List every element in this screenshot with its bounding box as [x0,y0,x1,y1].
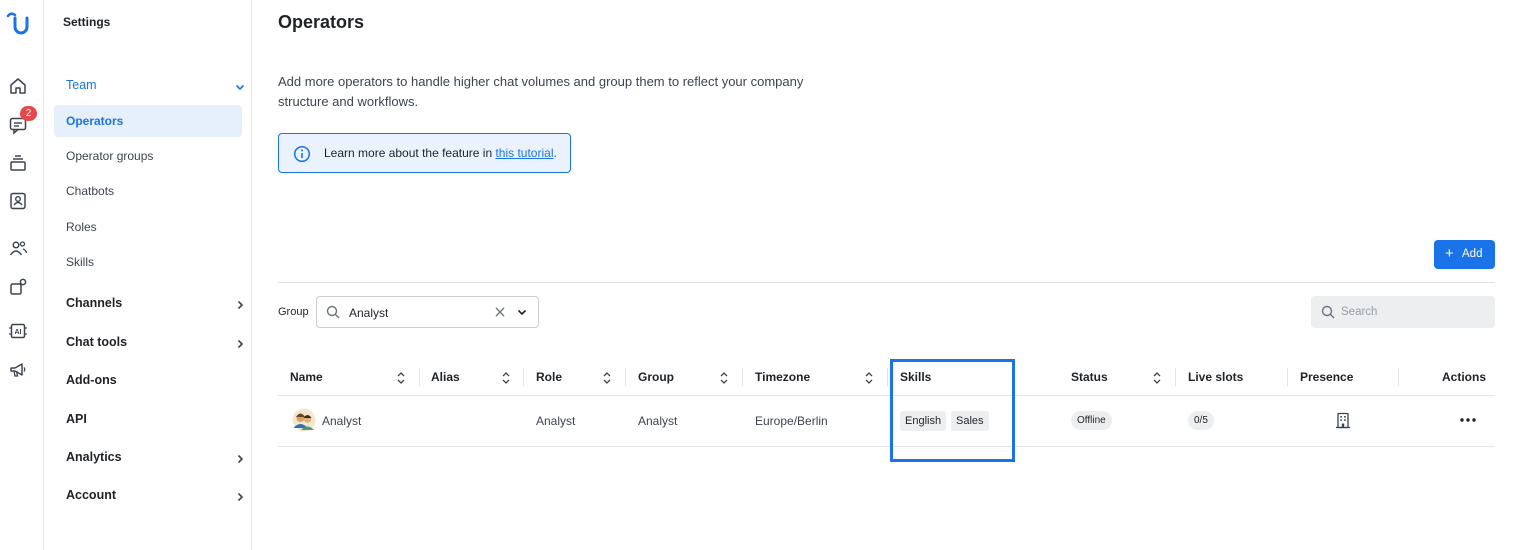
group-filter-select[interactable]: Analyst [316,296,539,328]
sort-icon[interactable] [864,371,874,385]
search-box [1311,296,1495,328]
chevron-right-icon [237,454,244,464]
sidebar-group-team[interactable]: Team [66,78,246,98]
skills-highlight-box [890,359,1015,462]
icon-rail: 2 AI [0,0,44,550]
sidebar-title: Settings [63,15,111,29]
sidebar-group-label: Add-ons [66,373,117,387]
building-icon [1336,412,1350,429]
column-separator [1175,368,1176,386]
sort-icon[interactable] [719,371,729,385]
table-row-divider [278,446,1495,447]
sidebar-group-label: Account [66,488,116,502]
chevron-down-icon [235,84,245,91]
sidebar-group-account[interactable]: Account [66,488,246,508]
ai-icon[interactable]: AI [8,321,28,341]
column-header-name[interactable]: Name [290,370,323,384]
contacts-icon[interactable] [8,191,28,211]
sidebar-item-operator-groups[interactable]: Operator groups [54,140,242,172]
sidebar-group-chat-tools[interactable]: Chat tools [66,335,246,355]
chevron-down-icon[interactable] [516,306,528,318]
logo-icon[interactable] [4,10,34,38]
sort-icon[interactable] [396,371,406,385]
search-icon [1321,305,1335,319]
info-text-suffix: . [553,146,557,160]
sort-icon[interactable] [1152,371,1162,385]
status-badge: Offline [1071,411,1112,430]
column-header-presence: Presence [1300,370,1354,384]
team-icon[interactable] [8,238,28,258]
column-header-status[interactable]: Status [1071,370,1108,384]
column-separator [419,368,420,386]
main-content: Operators Add more operators to handle h… [252,0,1513,550]
sidebar-group-label: Channels [66,296,123,310]
column-header-alias[interactable]: Alias [431,370,460,384]
info-text-label: Learn more about the feature in [324,146,496,160]
column-separator [625,368,626,386]
column-header-actions: Actions [1442,370,1487,384]
sidebar-group-add-ons[interactable]: Add-ons [66,373,246,393]
cell-name: Analyst [322,414,362,428]
sort-icon[interactable] [602,371,612,385]
sidebar-group-analytics[interactable]: Analytics [66,450,246,470]
sidebar-group-label: Chat tools [66,335,128,349]
chevron-right-icon [237,339,244,349]
inbox-icon[interactable] [8,153,28,173]
sidebar-group-api[interactable]: API [66,412,246,432]
info-icon [293,145,311,163]
column-separator [523,368,524,386]
live-slots-badge: 0/5 [1188,411,1214,430]
divider [278,282,1495,283]
page-title: Operators [278,12,365,32]
sidebar-item-roles[interactable]: Roles [54,211,242,243]
group-filter-label: Group [278,306,309,318]
info-banner: Learn more about the feature in this tut… [278,133,571,173]
column-separator [1398,368,1399,386]
page-description: Add more operators to handle higher chat… [278,74,804,109]
column-separator [1287,368,1288,386]
unread-badge: 2 [20,106,37,121]
sidebar-item-operators[interactable]: Operators [54,105,242,137]
column-separator [887,368,888,386]
sidebar-group-label: Analytics [66,450,122,464]
campaigns-icon[interactable] [8,360,28,380]
sort-icon[interactable] [501,371,511,385]
more-actions-icon[interactable] [1458,410,1478,430]
sidebar-item-skills[interactable]: Skills [54,246,242,278]
info-text: Learn more about the feature in this tut… [324,146,557,160]
column-header-live-slots: Live slots [1188,370,1244,384]
add-button-label: Add [1462,248,1483,260]
avatar [292,408,316,432]
integrations-icon[interactable] [8,277,28,297]
group-filter-value: Analyst [349,306,389,320]
search-input[interactable] [1341,302,1486,322]
column-separator [742,368,743,386]
cell-group: Analyst [638,414,678,428]
svg-text:AI: AI [15,329,22,336]
home-icon[interactable] [8,76,28,96]
add-operator-button[interactable]: + Add [1434,240,1495,269]
chevron-right-icon [237,300,244,310]
clear-icon[interactable] [494,305,506,319]
settings-sidebar: Settings Team Operators Operator groups … [44,0,252,550]
sidebar-group-label: API [66,412,87,426]
sidebar-group-label: Team [66,78,97,92]
sidebar-group-channels[interactable]: Channels [66,296,246,316]
column-header-role[interactable]: Role [536,370,562,384]
column-header-timezone[interactable]: Timezone [755,370,810,384]
plus-icon: + [1445,245,1454,262]
chevron-right-icon [237,492,244,502]
sidebar-item-chatbots[interactable]: Chatbots [54,175,242,207]
column-header-group[interactable]: Group [638,370,674,384]
tutorial-link[interactable]: this tutorial [495,146,553,160]
cell-role: Analyst [536,414,576,428]
cell-timezone: Europe/Berlin [755,414,828,428]
table-header-divider [278,395,1495,396]
search-icon [326,305,340,319]
